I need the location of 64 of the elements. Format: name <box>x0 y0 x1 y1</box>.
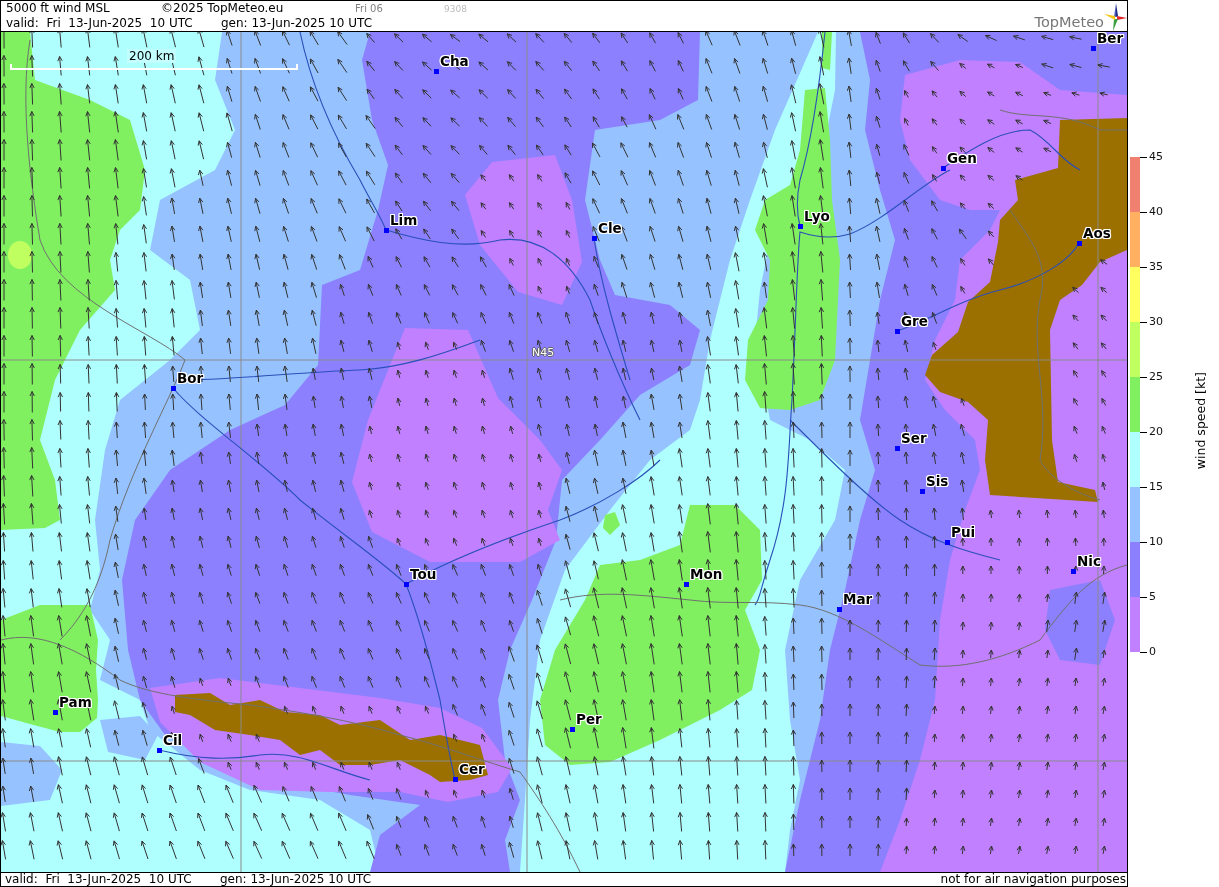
city-marker-icon <box>404 582 409 587</box>
generated-time: gen: 13-Jun-2025 10 UTC <box>221 16 373 31</box>
legend-tick-label: 15 <box>1149 480 1163 494</box>
legend-tick-label: 40 <box>1149 205 1163 219</box>
map-title: 5000 ft wind MSL <box>6 1 111 16</box>
city-marker-icon <box>945 540 950 545</box>
city-label: Nic <box>1077 553 1101 569</box>
city-marker-icon <box>1091 46 1096 51</box>
city-label: Bor <box>177 370 204 386</box>
city-label: Lyo <box>804 208 830 224</box>
city-marker-icon <box>1071 569 1076 574</box>
city-marker-icon <box>941 166 946 171</box>
city-marker-icon <box>171 386 176 391</box>
city-marker-icon <box>798 224 803 229</box>
city-marker-icon <box>384 228 389 233</box>
legend-title: wind speed [kt] <box>1194 372 1208 470</box>
city-label: Mon <box>690 566 723 582</box>
city-marker-icon <box>570 727 575 732</box>
city-marker-icon <box>53 710 58 715</box>
disclaimer-text: not for air navigation purposes <box>940 873 1127 886</box>
city-marker-icon <box>434 69 439 74</box>
copyright-text: ©2025 TopMeteo.eu <box>161 1 285 16</box>
latitude-label: N45 <box>532 346 555 359</box>
city-marker-icon <box>157 748 162 753</box>
legend-tick-label: 0 <box>1149 645 1156 659</box>
star-logo-icon <box>1104 3 1127 31</box>
run-code: 9308 <box>444 3 467 16</box>
city-marker-icon <box>684 582 689 587</box>
valid-time: valid: Fri 13-Jun-2025 10 UTC <box>5 873 193 886</box>
city-marker-icon <box>592 236 597 241</box>
legend-tick-label: 5 <box>1149 590 1156 604</box>
city-label: Tou <box>410 566 437 582</box>
city-marker-icon <box>895 329 900 334</box>
city-label: Pui <box>951 524 976 540</box>
city-label: Cha <box>440 53 469 69</box>
city-label: Gre <box>901 313 928 329</box>
city-marker-icon <box>895 446 900 451</box>
city-label: Per <box>576 711 602 727</box>
city-label: Lim <box>390 212 418 228</box>
city-label: Cle <box>598 220 622 236</box>
city-label: Gen <box>947 150 977 166</box>
city-marker-icon <box>837 607 842 612</box>
city-label: Aos <box>1083 225 1111 241</box>
logo-text: TopMeteo <box>1034 14 1104 31</box>
legend-tick-label: 30 <box>1149 315 1163 329</box>
city-label: Cil <box>163 732 183 748</box>
city-marker-icon <box>920 489 925 494</box>
legend-tick-label: 10 <box>1149 535 1163 549</box>
city-label: Mar <box>843 591 873 607</box>
scale-label: 200 km <box>127 49 177 63</box>
valid-time: valid: Fri 13-Jun-2025 10 UTC <box>6 16 194 31</box>
city-marker-icon <box>453 777 458 782</box>
legend-tick-label: 35 <box>1149 260 1163 274</box>
city-marker-icon <box>1077 241 1082 246</box>
generated-time: gen: 13-Jun-2025 10 UTC <box>220 873 372 886</box>
city-label: Pam <box>59 694 92 710</box>
city-label: Cer <box>459 761 485 777</box>
legend-tick-label: 25 <box>1149 370 1163 384</box>
city-label: Sis <box>926 473 949 489</box>
legend-tick-label: 45 <box>1149 150 1163 164</box>
legend-tick-label: 20 <box>1149 425 1163 439</box>
city-label: Ser <box>901 430 927 446</box>
run-label: Fri 06 <box>355 2 384 16</box>
city-label: Ber <box>1097 32 1124 46</box>
